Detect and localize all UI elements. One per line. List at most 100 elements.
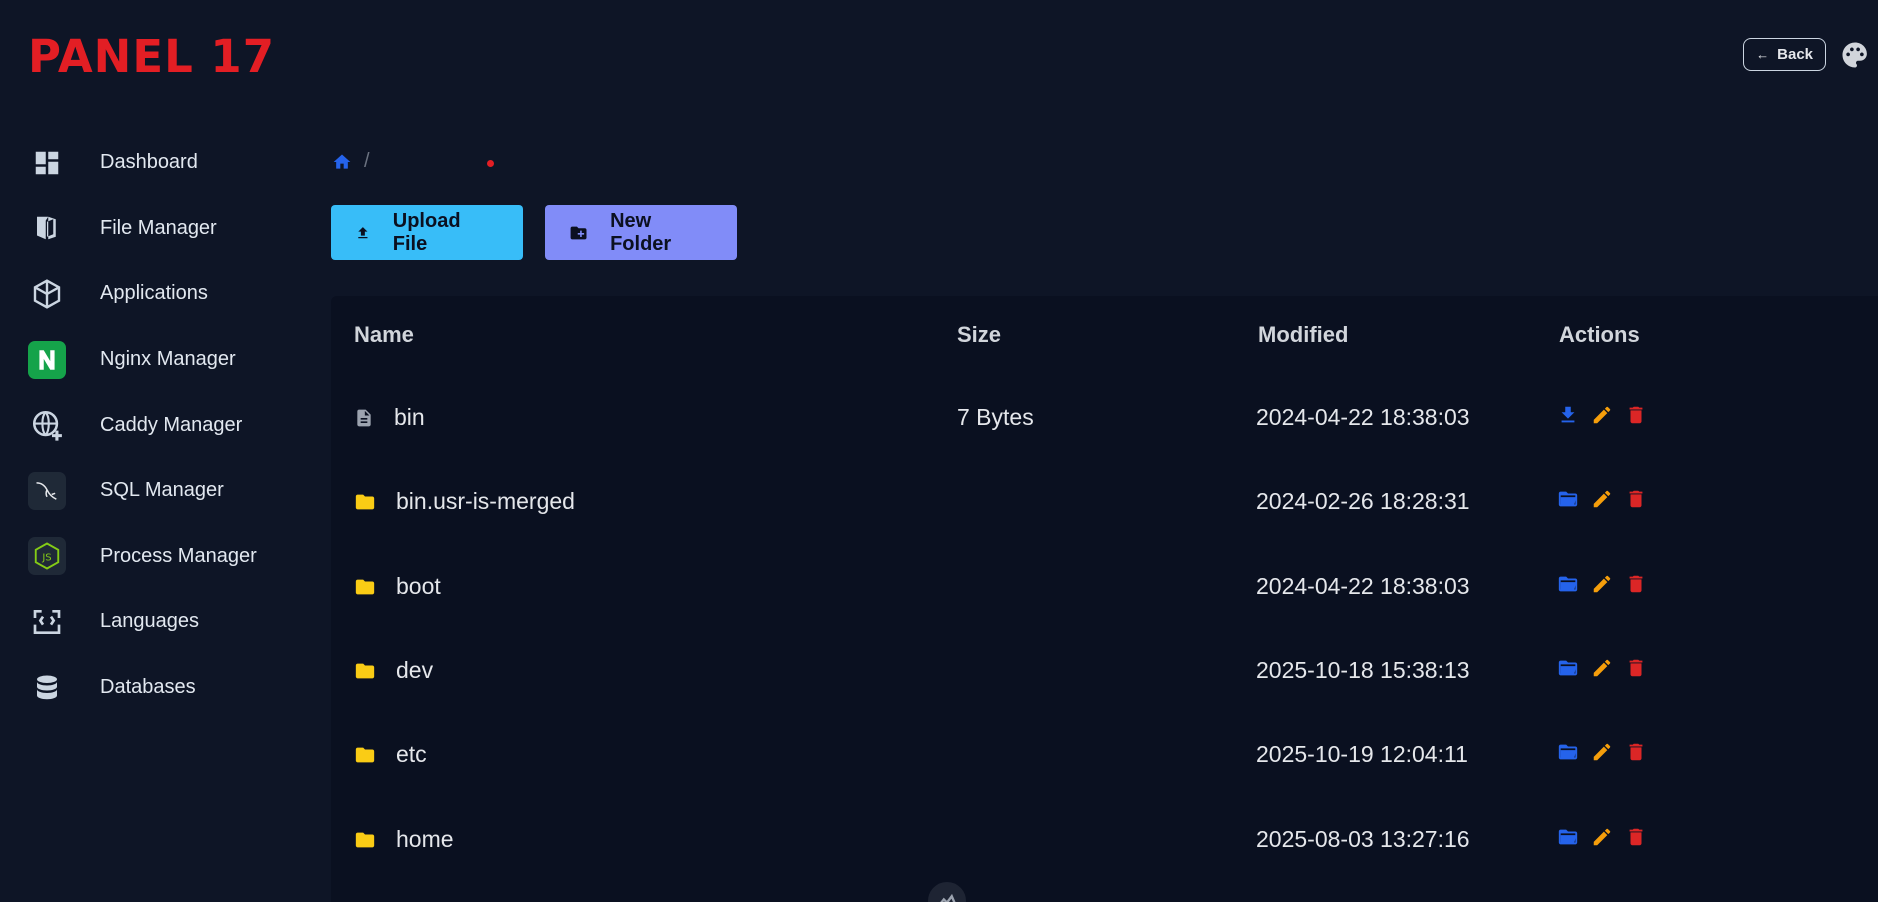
column-header-name[interactable]: Name xyxy=(354,322,414,348)
file-modified: 2025-08-03 13:27:16 xyxy=(1256,826,1470,852)
home-icon[interactable] xyxy=(332,152,352,172)
file-modified: 2024-04-22 18:38:03 xyxy=(1256,404,1470,430)
file-modified: 2024-02-26 18:28:31 xyxy=(1256,488,1470,514)
table-row[interactable]: etc 2025-10-19 12:04:11 xyxy=(331,741,1878,801)
new-folder-button[interactable]: New Folder xyxy=(545,205,737,260)
nginx-icon xyxy=(28,340,66,379)
upload-icon xyxy=(358,226,368,238)
folder-name: etc xyxy=(396,741,427,767)
upload-file-button[interactable]: Upload File xyxy=(331,205,523,260)
file-name-cell[interactable]: bin xyxy=(354,404,425,431)
file-modified: 2025-10-18 15:38:13 xyxy=(1256,657,1470,683)
delete-trash-icon[interactable] xyxy=(1625,573,1647,595)
folder-icon xyxy=(355,832,375,847)
sidebar-item-dashboard[interactable]: Dashboard xyxy=(28,130,308,196)
upload-file-label: Upload File xyxy=(392,209,461,255)
sidebar-item-label: File Manager xyxy=(100,216,217,239)
table-row[interactable]: boot 2024-04-22 18:38:03 xyxy=(331,573,1878,633)
edit-pencil-icon[interactable] xyxy=(1591,404,1613,426)
scroll-to-top-button[interactable] xyxy=(926,880,968,902)
sidebar-item-file-manager[interactable]: File Manager xyxy=(28,196,308,262)
folder-name-cell[interactable]: boot xyxy=(354,573,441,600)
sidebar-item-label: Dashboard xyxy=(100,151,198,174)
delete-trash-icon[interactable] xyxy=(1625,657,1647,679)
folder-open-icon[interactable] xyxy=(1557,826,1579,848)
table-header: Name Size Modified Actions xyxy=(331,322,1878,352)
folder-name: home xyxy=(396,826,454,852)
sidebar-item-label: Databases xyxy=(100,676,196,699)
row-actions xyxy=(1557,573,1647,595)
file-manager-icon xyxy=(28,209,66,247)
file-size: 7 Bytes xyxy=(957,404,1034,430)
delete-trash-icon[interactable] xyxy=(1625,826,1647,848)
mountain-logo-icon xyxy=(940,893,956,902)
folder-name: bin.usr-is-merged xyxy=(396,488,575,514)
table-row[interactable]: home 2025-08-03 13:27:16 xyxy=(331,826,1878,886)
row-actions xyxy=(1557,404,1647,426)
table-row[interactable]: bin.usr-is-merged 2024-02-26 18:28:31 xyxy=(331,488,1878,548)
palette-icon[interactable] xyxy=(1840,40,1870,70)
arrow-left-icon: ← xyxy=(1756,47,1770,62)
delete-trash-icon[interactable] xyxy=(1625,488,1647,510)
sidebar-item-sql-manager[interactable]: SQL Manager xyxy=(28,458,308,524)
delete-trash-icon[interactable] xyxy=(1625,741,1647,763)
row-actions xyxy=(1557,657,1647,679)
file-modified: 2025-10-19 12:04:11 xyxy=(1256,741,1468,767)
folder-icon xyxy=(355,747,375,762)
mysql-dolphin-icon xyxy=(28,471,66,510)
column-header-modified[interactable]: Modified xyxy=(1258,322,1348,348)
sidebar-item-label: Caddy Manager xyxy=(100,413,243,436)
code-brackets-icon xyxy=(28,603,66,641)
app-logo: PANEL 17 xyxy=(28,30,276,83)
file-modified: 2024-04-22 18:38:03 xyxy=(1256,573,1470,599)
edit-pencil-icon[interactable] xyxy=(1591,657,1613,679)
back-label: Back xyxy=(1777,46,1813,63)
delete-trash-icon[interactable] xyxy=(1625,404,1647,426)
folder-name-cell[interactable]: bin.usr-is-merged xyxy=(354,488,575,515)
header-actions: ← Back xyxy=(1743,38,1870,71)
folder-name-cell[interactable]: dev xyxy=(354,657,433,684)
edit-pencil-icon[interactable] xyxy=(1591,826,1613,848)
download-icon[interactable] xyxy=(1557,404,1579,426)
folder-open-icon[interactable] xyxy=(1557,488,1579,510)
file-name: bin xyxy=(394,404,425,430)
sidebar-item-databases[interactable]: Databases xyxy=(28,655,308,721)
table-row[interactable]: bin 7 Bytes 2024-04-22 18:38:03 xyxy=(331,404,1878,464)
sidebar-item-languages[interactable]: Languages xyxy=(28,589,308,655)
table-row[interactable]: dev 2025-10-18 15:38:13 xyxy=(331,657,1878,717)
folder-name-cell[interactable]: home xyxy=(354,826,454,853)
sidebar-item-caddy-manager[interactable]: Caddy Manager xyxy=(28,392,308,458)
folder-name-cell[interactable]: etc xyxy=(354,741,427,768)
breadcrumb-separator: / xyxy=(364,150,370,172)
sidebar-item-applications[interactable]: Applications xyxy=(28,261,308,327)
sidebar-item-label: Nginx Manager xyxy=(100,348,236,371)
nodejs-icon: JS xyxy=(28,537,66,576)
sidebar-item-nginx-manager[interactable]: Nginx Manager xyxy=(28,327,308,393)
row-actions xyxy=(1557,741,1647,763)
row-actions xyxy=(1557,826,1647,848)
file-table: Name Size Modified Actions bin 7 Bytes 2… xyxy=(331,296,1878,902)
folder-open-icon[interactable] xyxy=(1557,573,1579,595)
edit-pencil-icon[interactable] xyxy=(1591,573,1613,595)
sidebar-item-label: Applications xyxy=(100,282,208,305)
database-icon xyxy=(28,669,66,707)
sidebar-item-label: Process Manager xyxy=(100,544,257,567)
column-header-size[interactable]: Size xyxy=(957,322,1001,348)
status-dot xyxy=(487,160,494,167)
edit-pencil-icon[interactable] xyxy=(1591,741,1613,763)
dashboard-icon xyxy=(28,144,66,182)
folder-open-icon[interactable] xyxy=(1557,741,1579,763)
back-button[interactable]: ← Back xyxy=(1743,38,1826,71)
new-folder-icon xyxy=(570,226,587,239)
applications-icon xyxy=(28,275,66,313)
row-actions xyxy=(1557,488,1647,510)
edit-pencil-icon[interactable] xyxy=(1591,488,1613,510)
sidebar-item-label: Languages xyxy=(100,610,199,633)
file-toolbar: Upload File New Folder xyxy=(331,205,737,260)
folder-icon xyxy=(355,663,375,678)
breadcrumb: / xyxy=(332,150,370,173)
folder-icon xyxy=(355,579,375,594)
sidebar: Dashboard File Manager Applications Ngin… xyxy=(28,130,308,720)
sidebar-item-process-manager[interactable]: JS Process Manager xyxy=(28,524,308,590)
folder-open-icon[interactable] xyxy=(1557,657,1579,679)
